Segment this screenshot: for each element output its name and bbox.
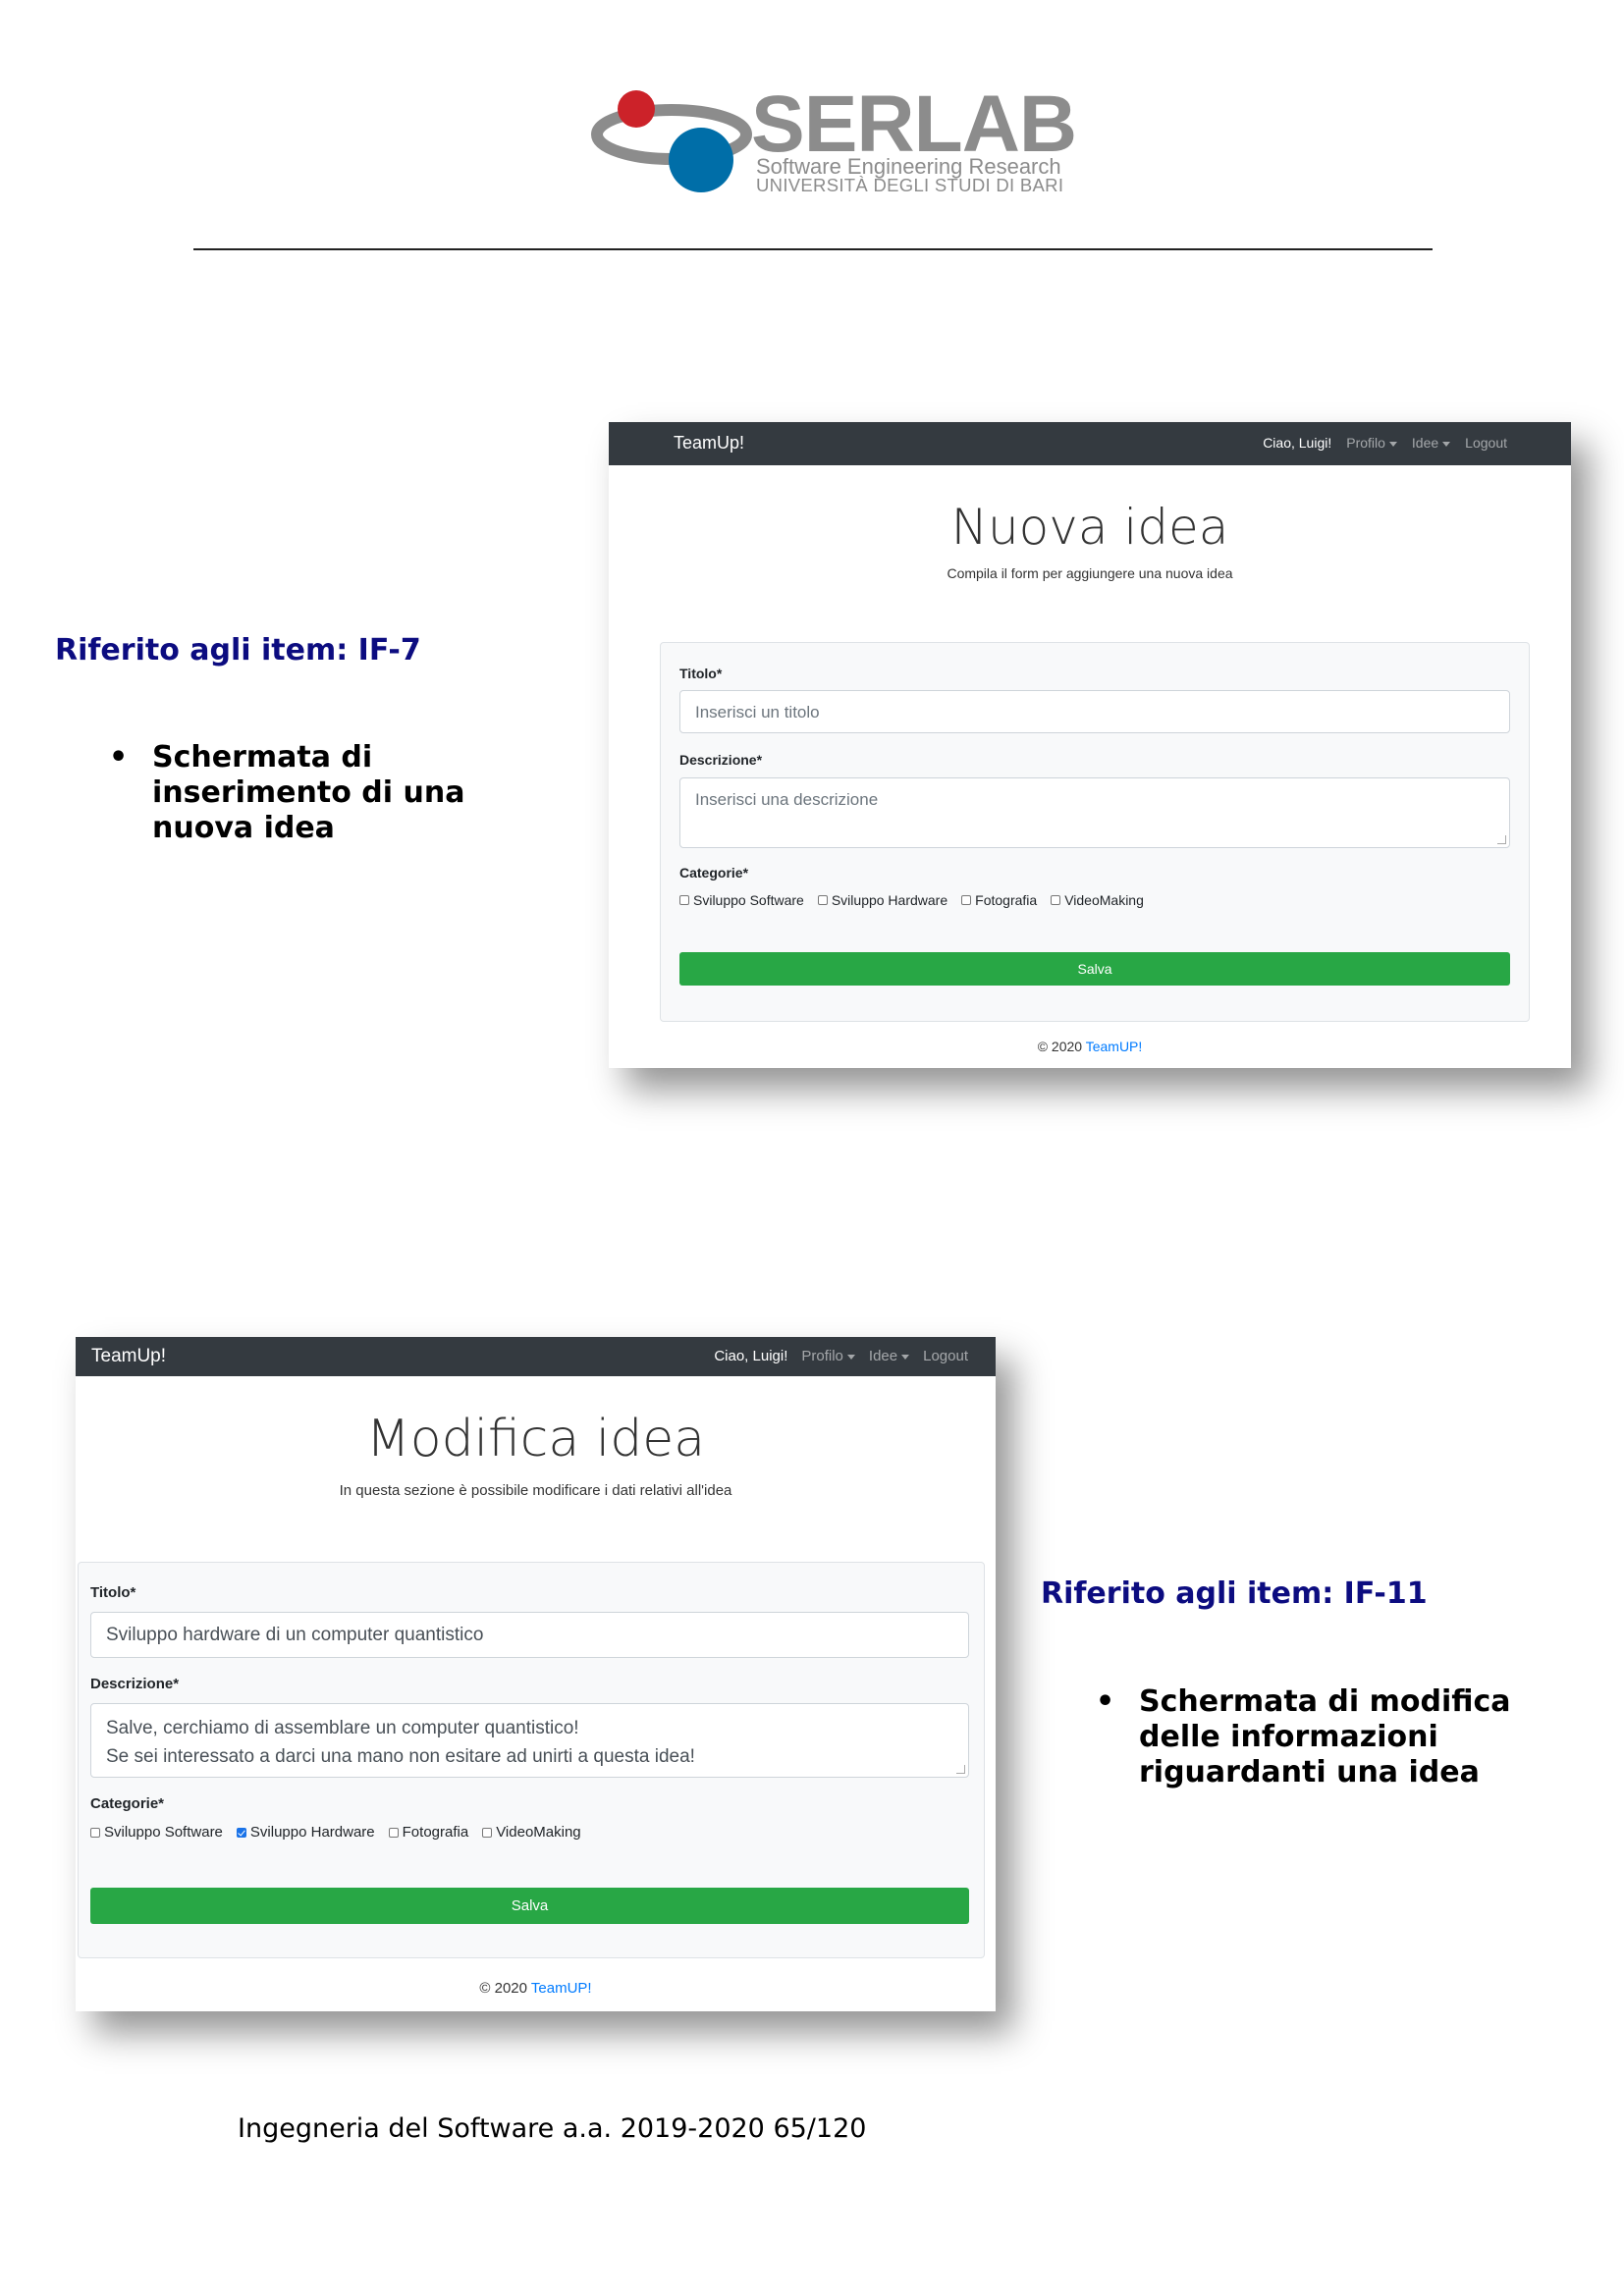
caret-down-icon xyxy=(846,1354,855,1360)
category-videomaking-label: VideoMaking xyxy=(496,1824,581,1841)
resize-handle-icon[interactable] xyxy=(956,1765,965,1774)
nav-logout-link[interactable]: Logout xyxy=(1465,435,1507,451)
title-input[interactable]: Sviluppo hardware di un computer quantis… xyxy=(90,1612,969,1658)
checkbox-checked-icon[interactable] xyxy=(236,1827,246,1838)
categories-checkboxes: Sviluppo Software Sviluppo Hardware Foto… xyxy=(90,1824,595,1841)
checkbox-icon[interactable] xyxy=(90,1827,100,1838)
category-photography[interactable]: Fotografia xyxy=(388,1824,469,1841)
category-software[interactable]: Sviluppo Software xyxy=(90,1824,223,1841)
teamup-link[interactable]: TeamUP! xyxy=(531,1980,592,1997)
category-hardware[interactable]: Sviluppo Hardware xyxy=(817,892,948,908)
navbar-menu: Ciao, Luigi! Profilo Idee Logout xyxy=(700,1348,968,1364)
nav-ideas-label: Idee xyxy=(868,1348,898,1364)
category-hardware-label: Sviluppo Hardware xyxy=(831,892,948,908)
title-input[interactable]: Inserisci un titolo xyxy=(679,690,1510,733)
serlab-logo: SERLAB Software Engineering Research UNI… xyxy=(589,80,1077,201)
description-textarea[interactable]: Inserisci una descrizione xyxy=(679,777,1510,848)
title-label: Titolo* xyxy=(679,666,723,681)
caret-down-icon xyxy=(1388,441,1397,447)
nav-greeting: Ciao, Luigi! xyxy=(1263,435,1332,451)
nav-logout-link[interactable]: Logout xyxy=(923,1348,968,1364)
idea-form: Titolo* Sviluppo hardware di un computer… xyxy=(78,1562,985,1958)
section-1-bullet-text: Schermata di inserimento di una nuova id… xyxy=(152,740,465,845)
caret-down-icon xyxy=(901,1354,910,1360)
nav-ideas-label: Idee xyxy=(1411,435,1439,451)
navbar: TeamUp! Ciao, Luigi! Profilo Idee Logout xyxy=(609,422,1571,465)
footer-copyright: © 2020 TeamUP! xyxy=(76,1980,996,1997)
screenshot-new-idea: TeamUp! Ciao, Luigi! Profilo Idee Logout… xyxy=(609,422,1571,1068)
category-photography[interactable]: Fotografia xyxy=(961,892,1037,908)
nav-profile-dropdown[interactable]: Profilo xyxy=(801,1348,855,1364)
description-placeholder: Inserisci una descrizione xyxy=(695,790,879,809)
nav-profile-label: Profilo xyxy=(801,1348,843,1364)
description-textarea[interactable]: Salve, cerchiamo di assemblare un comput… xyxy=(90,1703,969,1778)
categories-label: Categorie* xyxy=(90,1795,165,1812)
title-label: Titolo* xyxy=(90,1584,136,1601)
checkbox-icon[interactable] xyxy=(482,1827,493,1838)
bullet-dot-icon: • xyxy=(1096,1684,1115,1719)
section-2-reference: Riferito agli item: IF-11 xyxy=(1041,1576,1428,1611)
screenshot-edit-idea: TeamUp! Ciao, Luigi! Profilo Idee Logout… xyxy=(76,1337,996,2011)
category-videomaking[interactable]: VideoMaking xyxy=(482,1824,581,1841)
idea-form: Titolo* Inserisci un titolo Descrizione*… xyxy=(660,642,1530,1022)
nav-ideas-dropdown[interactable]: Idee xyxy=(1411,435,1451,451)
description-label: Descrizione* xyxy=(90,1676,180,1692)
nav-profile-label: Profilo xyxy=(1346,435,1385,451)
header-divider xyxy=(193,248,1433,250)
section-2-bullet-text: Schermata di modifica delle informazioni… xyxy=(1139,1684,1511,1789)
nav-ideas-dropdown[interactable]: Idee xyxy=(868,1348,910,1364)
nav-greeting: Ciao, Luigi! xyxy=(714,1348,788,1364)
categories-label: Categorie* xyxy=(679,865,749,881)
category-hardware[interactable]: Sviluppo Hardware xyxy=(236,1824,375,1841)
category-software-label: Sviluppo Software xyxy=(104,1824,223,1841)
page-footer: Ingegneria del Software a.a. 2019-2020 6… xyxy=(238,2113,867,2144)
navbar-brand[interactable]: TeamUp! xyxy=(91,1346,166,1367)
footer-copyright: © 2020 TeamUP! xyxy=(609,1039,1571,1054)
checkbox-icon[interactable] xyxy=(1051,895,1061,905)
description-label: Descrizione* xyxy=(679,752,763,768)
description-line-1: Salve, cerchiamo di assemblare un comput… xyxy=(106,1718,579,1738)
category-software[interactable]: Sviluppo Software xyxy=(679,892,804,908)
page-title: Nuova idea xyxy=(950,499,1229,556)
category-videomaking-label: VideoMaking xyxy=(1064,892,1144,908)
navbar-brand[interactable]: TeamUp! xyxy=(674,433,744,454)
page-title: Modifica idea xyxy=(365,1410,706,1468)
section-1-bullet: • Schermata di inserimento di una nuova … xyxy=(109,740,565,846)
page-subtitle: Compila il form per aggiungere una nuova… xyxy=(947,565,1233,581)
checkbox-icon[interactable] xyxy=(817,895,828,905)
copyright-text: © 2020 xyxy=(1037,1039,1083,1054)
section-2-bullet: • Schermata di modifica delle informazio… xyxy=(1096,1684,1581,1790)
description-line-2: Se sei interessato a darci una mano non … xyxy=(106,1746,695,1767)
logo-university: UNIVERSITÀ DEGLI STUDI DI BARI xyxy=(756,175,1064,195)
category-photography-label: Fotografia xyxy=(402,1824,469,1841)
save-button[interactable]: Salva xyxy=(679,952,1510,986)
caret-down-icon xyxy=(1442,441,1451,447)
nav-profile-dropdown[interactable]: Profilo xyxy=(1346,435,1397,451)
checkbox-icon[interactable] xyxy=(679,895,689,905)
serlab-logo-mark xyxy=(591,90,752,192)
resize-handle-icon[interactable] xyxy=(1497,835,1506,844)
categories-checkboxes: Sviluppo Software Sviluppo Hardware Foto… xyxy=(679,892,1158,908)
copyright-text: © 2020 xyxy=(479,1980,527,1997)
category-photography-label: Fotografia xyxy=(975,892,1038,908)
navbar: TeamUp! Ciao, Luigi! Profilo Idee Logout xyxy=(76,1337,996,1376)
navbar-menu: Ciao, Luigi! Profilo Idee Logout xyxy=(1248,435,1507,451)
save-button[interactable]: Salva xyxy=(90,1888,969,1924)
checkbox-icon[interactable] xyxy=(961,895,972,905)
category-hardware-label: Sviluppo Hardware xyxy=(249,1824,375,1841)
category-software-label: Sviluppo Software xyxy=(693,892,804,908)
page-subtitle: In questa sezione è possibile modificare… xyxy=(339,1482,732,1499)
checkbox-icon[interactable] xyxy=(388,1827,399,1838)
category-videomaking[interactable]: VideoMaking xyxy=(1051,892,1144,908)
bullet-dot-icon: • xyxy=(109,740,129,774)
section-1-reference: Riferito agli item: IF-7 xyxy=(55,633,421,667)
teamup-link[interactable]: TeamUP! xyxy=(1086,1039,1143,1054)
